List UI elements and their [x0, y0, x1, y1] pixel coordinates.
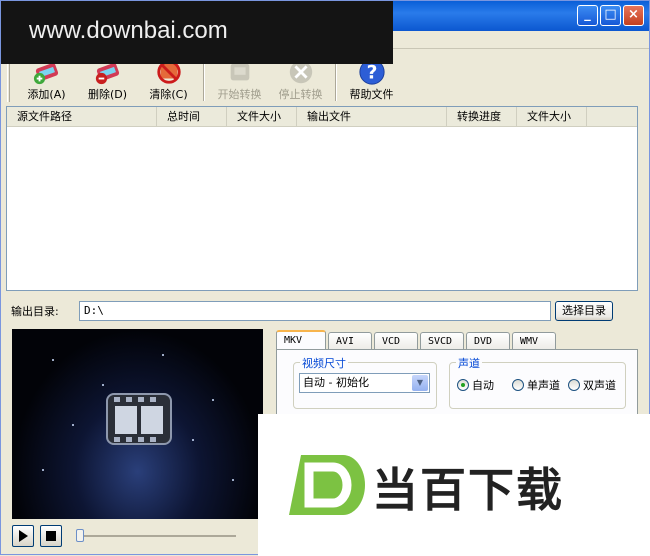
- audio-channel-group: 声道 自动 单声道 双声道: [449, 355, 626, 409]
- clear-button-label: 清除(C): [149, 88, 188, 101]
- play-button[interactable]: [12, 525, 34, 547]
- delete-button-label: 删除(D): [87, 88, 128, 101]
- radio-stereo[interactable]: 双声道: [568, 377, 616, 393]
- radio-auto[interactable]: 自动: [457, 377, 494, 393]
- radio-mono-dot[interactable]: [512, 379, 524, 391]
- file-list[interactable]: 源文件路径 总时间 文件大小 输出文件 转换进度 文件大小: [6, 106, 638, 291]
- file-list-header: 源文件路径 总时间 文件大小 输出文件 转换进度 文件大小: [7, 107, 637, 127]
- downbai-logo-icon: D: [285, 453, 365, 515]
- seek-slider[interactable]: [76, 529, 236, 542]
- format-tabs: MKV AVI VCD SVCD DVD WMV: [276, 330, 558, 350]
- maximize-button[interactable]: □: [600, 5, 621, 26]
- add-button-label: 添加(A): [27, 88, 66, 101]
- help-button-label: 帮助文件: [349, 88, 394, 101]
- output-directory-row: 输出目录: D:\ 选择目录: [11, 301, 613, 321]
- toolbar-separator: [203, 59, 205, 101]
- output-directory-label: 输出目录:: [11, 305, 59, 318]
- tab-vcd[interactable]: VCD: [374, 332, 418, 350]
- column-header-total-time[interactable]: 总时间: [157, 107, 227, 127]
- audio-channel-title: 声道: [456, 355, 482, 371]
- window-controls: _ □ ×: [577, 5, 644, 26]
- minimize-button[interactable]: _: [577, 5, 598, 26]
- column-header-output-size[interactable]: 文件大小: [517, 107, 587, 127]
- tab-mkv[interactable]: MKV: [276, 330, 326, 350]
- stop-convert-label: 停止转换: [278, 88, 323, 101]
- tab-avi[interactable]: AVI: [328, 332, 372, 350]
- radio-stereo-dot[interactable]: [568, 379, 580, 391]
- tab-svcd[interactable]: SVCD: [420, 332, 464, 350]
- radio-auto-dot[interactable]: [457, 379, 469, 391]
- radio-stereo-label: 双声道: [583, 379, 616, 392]
- watermark-banner: www.downbai.com: [1, 1, 393, 64]
- video-size-select[interactable]: 自动 - 初始化 ▼: [299, 373, 430, 393]
- video-size-value: 自动 - 初始化: [303, 376, 369, 389]
- downbai-logo-text: 当百下载: [372, 463, 564, 517]
- player-controls: [12, 525, 236, 547]
- play-icon: [19, 530, 28, 542]
- seek-slider-thumb[interactable]: [76, 529, 84, 542]
- tab-wmv[interactable]: WMV: [512, 332, 556, 350]
- stop-icon: [46, 531, 56, 541]
- app-window: _ □ × www.downbai.com 添加(A) 删除(D) 清除(C) …: [0, 0, 650, 556]
- browse-directory-button[interactable]: 选择目录: [555, 301, 613, 321]
- mkv-settings-panel: 视频尺寸 自动 - 初始化 ▼ 声道 自动 单声道 双声道: [276, 349, 638, 419]
- start-convert-label: 开始转换: [217, 88, 262, 101]
- column-header-source-path[interactable]: 源文件路径: [7, 107, 157, 127]
- radio-mono[interactable]: 单声道: [512, 377, 560, 393]
- video-size-title: 视频尺寸: [300, 355, 348, 371]
- toolbar-grip[interactable]: [7, 58, 10, 102]
- tab-dvd[interactable]: DVD: [466, 332, 510, 350]
- output-directory-input[interactable]: D:\: [79, 301, 551, 321]
- close-button[interactable]: ×: [623, 5, 644, 26]
- column-header-output-file[interactable]: 输出文件: [297, 107, 447, 127]
- svg-text:D: D: [285, 453, 286, 454]
- radio-mono-label: 单声道: [527, 379, 560, 392]
- radio-auto-label: 自动: [472, 379, 494, 392]
- svg-text:?: ?: [366, 63, 377, 84]
- toolbar-separator: [335, 59, 337, 101]
- video-preview: [12, 329, 263, 519]
- film-reel-icon: [106, 393, 172, 445]
- video-size-group: 视频尺寸 自动 - 初始化 ▼: [293, 355, 437, 409]
- stop-button[interactable]: [40, 525, 62, 547]
- chevron-down-icon[interactable]: ▼: [412, 375, 428, 391]
- downbai-logo-overlay: D 当百下载: [258, 414, 650, 556]
- column-header-progress[interactable]: 转换进度: [447, 107, 517, 127]
- column-header-file-size[interactable]: 文件大小: [227, 107, 297, 127]
